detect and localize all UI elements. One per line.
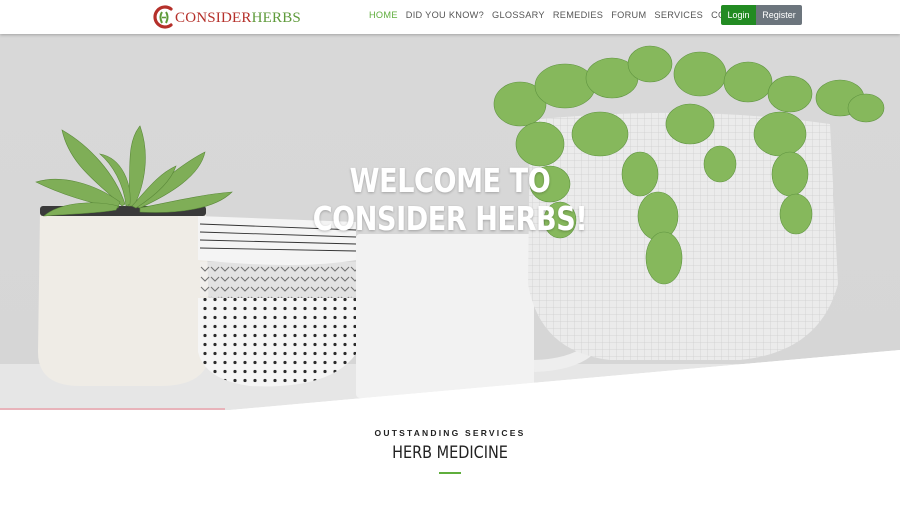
services-eyebrow: OUTSTANDING SERVICES: [374, 428, 526, 438]
navbar: CONSIDERHERBS HOME DID YOU KNOW? GLOSSAR…: [0, 0, 900, 34]
nav-item-home[interactable]: HOME: [369, 10, 398, 20]
nav-item-forum[interactable]: FORUM: [611, 10, 646, 20]
main-nav: HOME DID YOU KNOW? GLOSSARY REMEDIES FOR…: [369, 10, 765, 20]
hero-banner: WELCOME TO CONSIDER HERBS!: [0, 34, 900, 410]
hero-accent-line: [0, 408, 225, 410]
hero-title-line-1: WELCOME TO: [349, 161, 551, 200]
services-title: HERB MEDICINE: [392, 443, 508, 463]
nav-item-glossary[interactable]: GLOSSARY: [492, 10, 545, 20]
logo-wordmark: CONSIDERHERBS: [175, 10, 301, 26]
hero-title: WELCOME TO CONSIDER HERBS!: [81, 162, 819, 238]
nav-item-services[interactable]: SERVICES: [654, 10, 703, 20]
register-button[interactable]: Register: [756, 5, 802, 25]
consider-herbs-logo-icon: [153, 5, 173, 29]
nav-item-did-you-know[interactable]: DID YOU KNOW?: [406, 10, 484, 20]
hero-title-line-2: CONSIDER HERBS!: [312, 199, 588, 238]
login-button[interactable]: Login: [721, 5, 756, 25]
nav-item-remedies[interactable]: REMEDIES: [553, 10, 603, 20]
services-title-underline: [439, 472, 461, 474]
site-logo[interactable]: CONSIDERHERBS: [151, 3, 301, 31]
